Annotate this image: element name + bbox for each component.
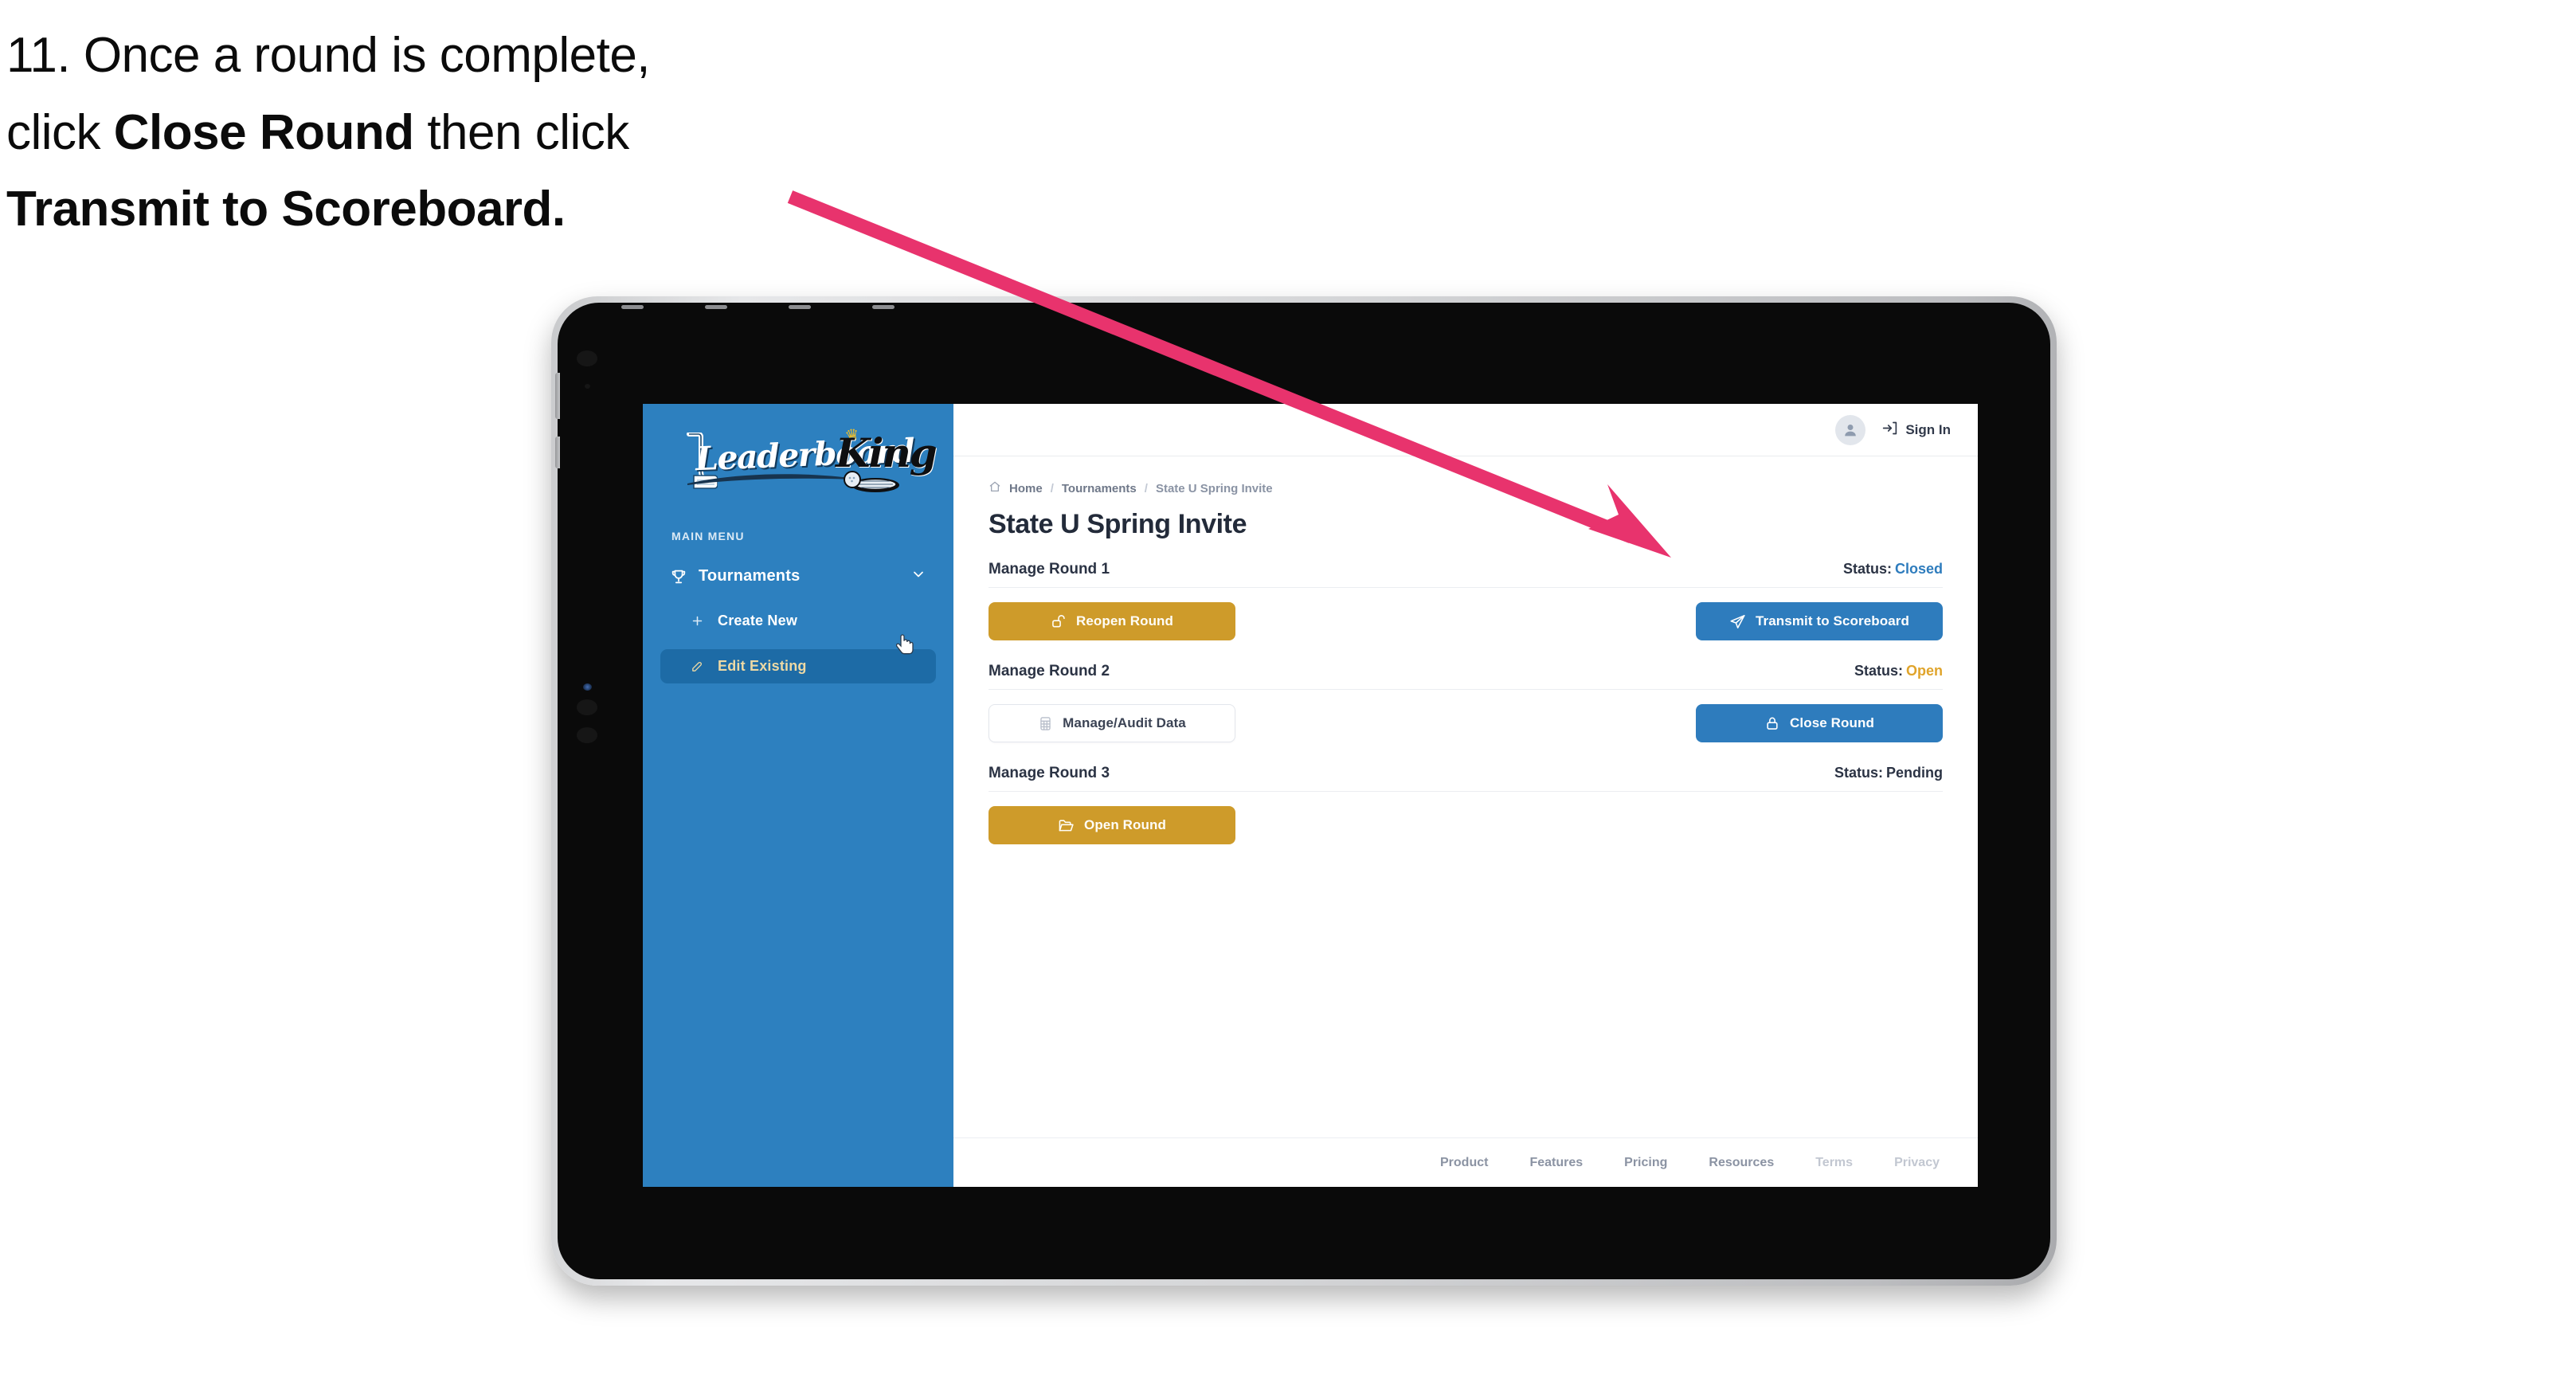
sidebar: Leaderboard ♛ King MAIN MENU Tournaments… <box>643 404 953 1187</box>
button-label: Transmit to Scoreboard <box>1755 613 1910 628</box>
status-label: Status: <box>1842 561 1892 577</box>
instruction-line-1-text: 11. Once a round is complete, <box>6 28 651 83</box>
status-badge: Status: Pending <box>1834 765 1943 781</box>
instruction-line-2: click Close Round then click <box>6 95 851 172</box>
button-label: Reopen Round <box>1075 613 1174 628</box>
golf-ball-icon <box>844 471 899 492</box>
instruction-line-1: 11. Once a round is complete, <box>6 18 851 95</box>
speaker-grille <box>705 305 727 309</box>
round-title: Manage Round 2 <box>989 663 1110 679</box>
chevron-down-icon[interactable] <box>910 566 926 586</box>
sign-in-button[interactable]: Sign In <box>1881 420 1951 440</box>
sidebar-item-label: Edit Existing <box>718 658 807 674</box>
grid-table-icon <box>1038 716 1053 731</box>
instruction-line-2-suffix: then click <box>413 104 629 160</box>
round-title: Manage Round 1 <box>989 561 1110 578</box>
button-label: Open Round <box>1084 817 1166 832</box>
round-block-1: Manage Round 1 Status: Closed Reopen Rou… <box>989 561 1943 642</box>
sidebar-item-create-new[interactable]: Create New <box>660 604 936 638</box>
sidebar-item-tournaments[interactable]: Tournaments <box>660 560 936 593</box>
camera-lens <box>577 699 597 715</box>
trophy-icon <box>670 568 687 585</box>
speaker-grille <box>789 305 811 309</box>
status-value: Pending <box>1886 765 1943 781</box>
status-value: Closed <box>1894 561 1943 577</box>
status-label: Status: <box>1854 663 1903 679</box>
breadcrumb: Home / Tournaments / State U Spring Invi… <box>989 480 1943 496</box>
instruction-line-2-prefix: click <box>6 104 114 160</box>
page-content: Home / Tournaments / State U Spring Invi… <box>953 456 1978 1137</box>
edit-pencil-icon <box>689 660 705 673</box>
round-header: Manage Round 2 Status: Open <box>989 663 1943 690</box>
speaker-grille <box>621 305 644 309</box>
breadcrumb-separator: / <box>1050 481 1054 495</box>
transmit-to-scoreboard-button[interactable]: Transmit to Scoreboard <box>1696 602 1943 640</box>
sidebar-item-edit-existing[interactable]: Edit Existing <box>660 649 936 683</box>
status-led <box>583 683 592 691</box>
breadcrumb-item-tournaments[interactable]: Tournaments <box>1062 482 1137 495</box>
tablet-device-frame: Leaderboard ♛ King MAIN MENU Tournaments… <box>551 296 2057 1286</box>
app-logo[interactable]: Leaderboard ♛ King <box>643 404 953 511</box>
round-block-3: Manage Round 3 Status: Pending Open Roun… <box>989 765 1943 846</box>
footer-link-pricing[interactable]: Pricing <box>1624 1156 1667 1170</box>
sidebar-item-label: Create New <box>718 613 798 628</box>
footer-link-privacy[interactable]: Privacy <box>1894 1156 1940 1170</box>
paper-plane-icon <box>1729 613 1746 630</box>
footer-link-terms[interactable]: Terms <box>1815 1156 1853 1170</box>
sidebar-item-label: Tournaments <box>699 567 801 585</box>
volume-button[interactable] <box>555 373 560 419</box>
home-icon[interactable] <box>989 480 1001 496</box>
button-label: Close Round <box>1790 715 1874 730</box>
camera-lens <box>577 727 597 743</box>
reopen-round-button[interactable]: Reopen Round <box>989 602 1235 640</box>
speaker-grille <box>872 305 895 309</box>
unlock-icon <box>1051 613 1067 629</box>
round-title: Manage Round 3 <box>989 765 1110 781</box>
round-block-2: Manage Round 2 Status: Open Manage/Audit… <box>989 663 1943 744</box>
footer-link-product[interactable]: Product <box>1440 1156 1488 1170</box>
breadcrumb-item-current: State U Spring Invite <box>1155 481 1273 495</box>
footer: Product Features Pricing Resources Terms… <box>953 1137 1978 1187</box>
status-badge: Status: Closed <box>1843 561 1943 578</box>
sidebar-section-label: MAIN MENU <box>671 530 745 542</box>
open-folder-icon <box>1058 817 1075 834</box>
round-actions: Reopen Round Transmit to Scoreboard <box>989 601 1943 642</box>
round-header: Manage Round 3 Status: Pending <box>989 765 1943 792</box>
breadcrumb-item-home[interactable]: Home <box>1009 482 1043 495</box>
round-actions: Open Round <box>989 805 1943 846</box>
instruction-line-3: Transmit to Scoreboard. <box>6 171 851 249</box>
power-button[interactable] <box>555 437 560 468</box>
breadcrumb-separator: / <box>1144 481 1148 495</box>
instruction-line-2-emphasis: Close Round <box>113 104 414 160</box>
manage-audit-data-button[interactable]: Manage/Audit Data <box>989 704 1235 742</box>
bezel-sensor <box>585 384 590 389</box>
bezel-sensor <box>577 350 597 366</box>
button-label: Manage/Audit Data <box>1063 715 1186 730</box>
round-actions: Manage/Audit Data Close Round <box>989 703 1943 744</box>
open-round-button[interactable]: Open Round <box>989 806 1235 844</box>
sign-in-arrow-icon <box>1881 420 1898 440</box>
page-title: State U Spring Invite <box>989 509 1247 539</box>
sign-in-label: Sign In <box>1905 421 1951 437</box>
instruction-line-3-emphasis: Transmit to Scoreboard. <box>6 182 566 237</box>
instruction-caption: 11. Once a round is complete, click Clos… <box>6 18 851 249</box>
plus-icon <box>689 614 705 628</box>
round-header: Manage Round 1 Status: Closed <box>989 561 1943 588</box>
top-bar: Sign In <box>953 404 1978 456</box>
status-badge: Status: Open <box>1854 663 1943 679</box>
footer-link-features[interactable]: Features <box>1529 1156 1583 1170</box>
main-column: Sign In Home / Tournaments / State U Spr… <box>953 404 1978 1187</box>
status-value: Open <box>1905 663 1943 679</box>
tablet-bezel: Leaderboard ♛ King MAIN MENU Tournaments… <box>555 303 2050 1279</box>
footer-link-resources[interactable]: Resources <box>1709 1156 1774 1170</box>
browser-viewport: Leaderboard ♛ King MAIN MENU Tournaments… <box>643 404 1978 1187</box>
close-round-button[interactable]: Close Round <box>1696 704 1943 742</box>
lock-icon <box>1764 715 1780 731</box>
user-avatar-icon[interactable] <box>1835 414 1866 445</box>
status-label: Status: <box>1834 765 1883 781</box>
